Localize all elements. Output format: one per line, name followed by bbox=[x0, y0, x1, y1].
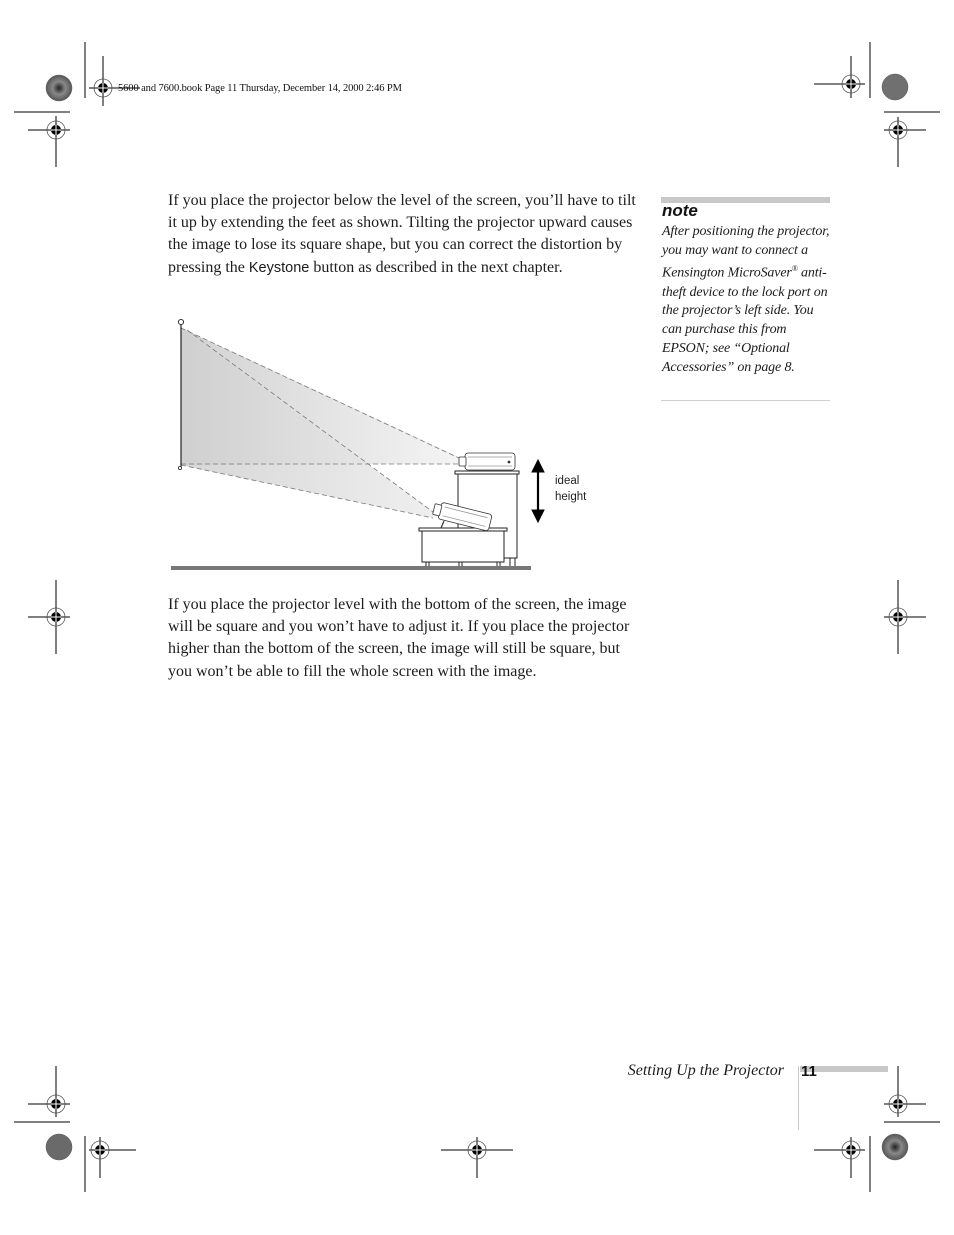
note-body: After positioning the projector, you may… bbox=[662, 223, 834, 377]
tilted-projector-beam bbox=[181, 328, 433, 518]
low-table bbox=[418, 527, 508, 569]
body-paragraph-1: If you place the projector below the lev… bbox=[168, 190, 638, 279]
page-number: 11 bbox=[801, 1063, 817, 1080]
crop-mark-top-left bbox=[14, 42, 140, 167]
projector-level-icon bbox=[458, 452, 516, 471]
crop-mark-bottom-left bbox=[14, 1066, 136, 1192]
crop-mark-middle-left bbox=[28, 580, 70, 654]
footer-section-title: Setting Up the Projector bbox=[627, 1062, 784, 1079]
projector-foot bbox=[440, 520, 445, 529]
color-rosette-icon bbox=[881, 73, 909, 101]
projector-placement-figure: ideal height bbox=[171, 318, 587, 570]
paragraph-1-text-end: button as described in the next chapter. bbox=[309, 258, 563, 276]
keystone-keyword: Keystone bbox=[248, 259, 310, 276]
floor bbox=[171, 566, 531, 570]
crop-mark-bottom-right bbox=[814, 1066, 940, 1192]
crop-mark-bottom-center bbox=[441, 1137, 513, 1178]
screen-top-hook bbox=[177, 318, 185, 326]
color-rosette-icon bbox=[881, 1133, 909, 1161]
footer-divider bbox=[798, 1066, 799, 1130]
note-title: note bbox=[662, 201, 698, 220]
color-rosette-icon bbox=[45, 1133, 73, 1161]
ideal-height-label-line1: ideal bbox=[555, 475, 579, 487]
screen-bottom-hook bbox=[177, 465, 182, 470]
crop-mark-middle-right bbox=[884, 580, 926, 654]
book-info-header: 5600 and 7600.book Page 11 Thursday, Dec… bbox=[118, 83, 402, 94]
crop-mark-top-right bbox=[814, 42, 940, 167]
note-text-end: anti-theft device to the lock port on th… bbox=[662, 266, 828, 375]
color-rosette-icon bbox=[45, 74, 73, 102]
ideal-height-arrow-icon bbox=[531, 458, 545, 524]
ideal-height-label-line2: height bbox=[555, 491, 587, 503]
note-bottom-rule bbox=[661, 400, 830, 401]
body-paragraph-2: If you place the projector level with th… bbox=[168, 596, 630, 680]
